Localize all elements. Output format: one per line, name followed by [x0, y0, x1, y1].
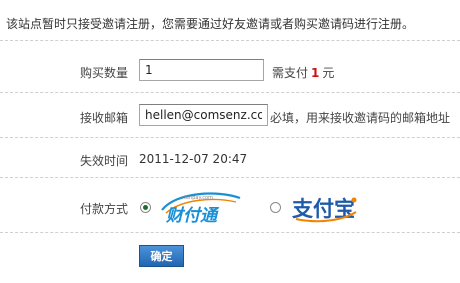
divider [0, 40, 460, 41]
tenpay-logo[interactable]: tenpay.com 财付通 [156, 190, 248, 224]
notice-text: 该站点暂时只接受邀请注册，您需要通过好友邀请或者购买邀请码进行注册。 [6, 17, 415, 31]
expiry-label: 失效时间 [79, 154, 128, 168]
divider [0, 137, 460, 138]
tenpay-radio[interactable] [140, 202, 151, 213]
quantity-label: 购买数量 [79, 66, 128, 80]
tenpay-url: tenpay.com [184, 195, 213, 201]
email-input[interactable] [139, 104, 268, 126]
expiry-value: 2011-12-07 20:47 [139, 152, 248, 166]
email-label: 接收邮箱 [79, 111, 128, 125]
pay-unit: 元 [322, 66, 335, 80]
email-hint: 必填，用来接收邀请码的邮箱地址 [270, 111, 451, 125]
divider [0, 232, 460, 233]
divider [0, 92, 460, 93]
quantity-input[interactable] [139, 59, 264, 81]
alipay-logo[interactable]: 支付宝 [290, 192, 360, 224]
payment-label: 付款方式 [79, 202, 128, 216]
tenpay-name: 财付通 [165, 206, 220, 224]
submit-button[interactable]: 确定 [139, 245, 184, 267]
pay-prefix: 需支付 [272, 66, 309, 80]
pay-amount: 1 [311, 66, 320, 80]
divider [0, 177, 460, 178]
alipay-radio[interactable] [270, 202, 281, 213]
payment-amount-text: 需支付 1 元 [272, 64, 334, 81]
